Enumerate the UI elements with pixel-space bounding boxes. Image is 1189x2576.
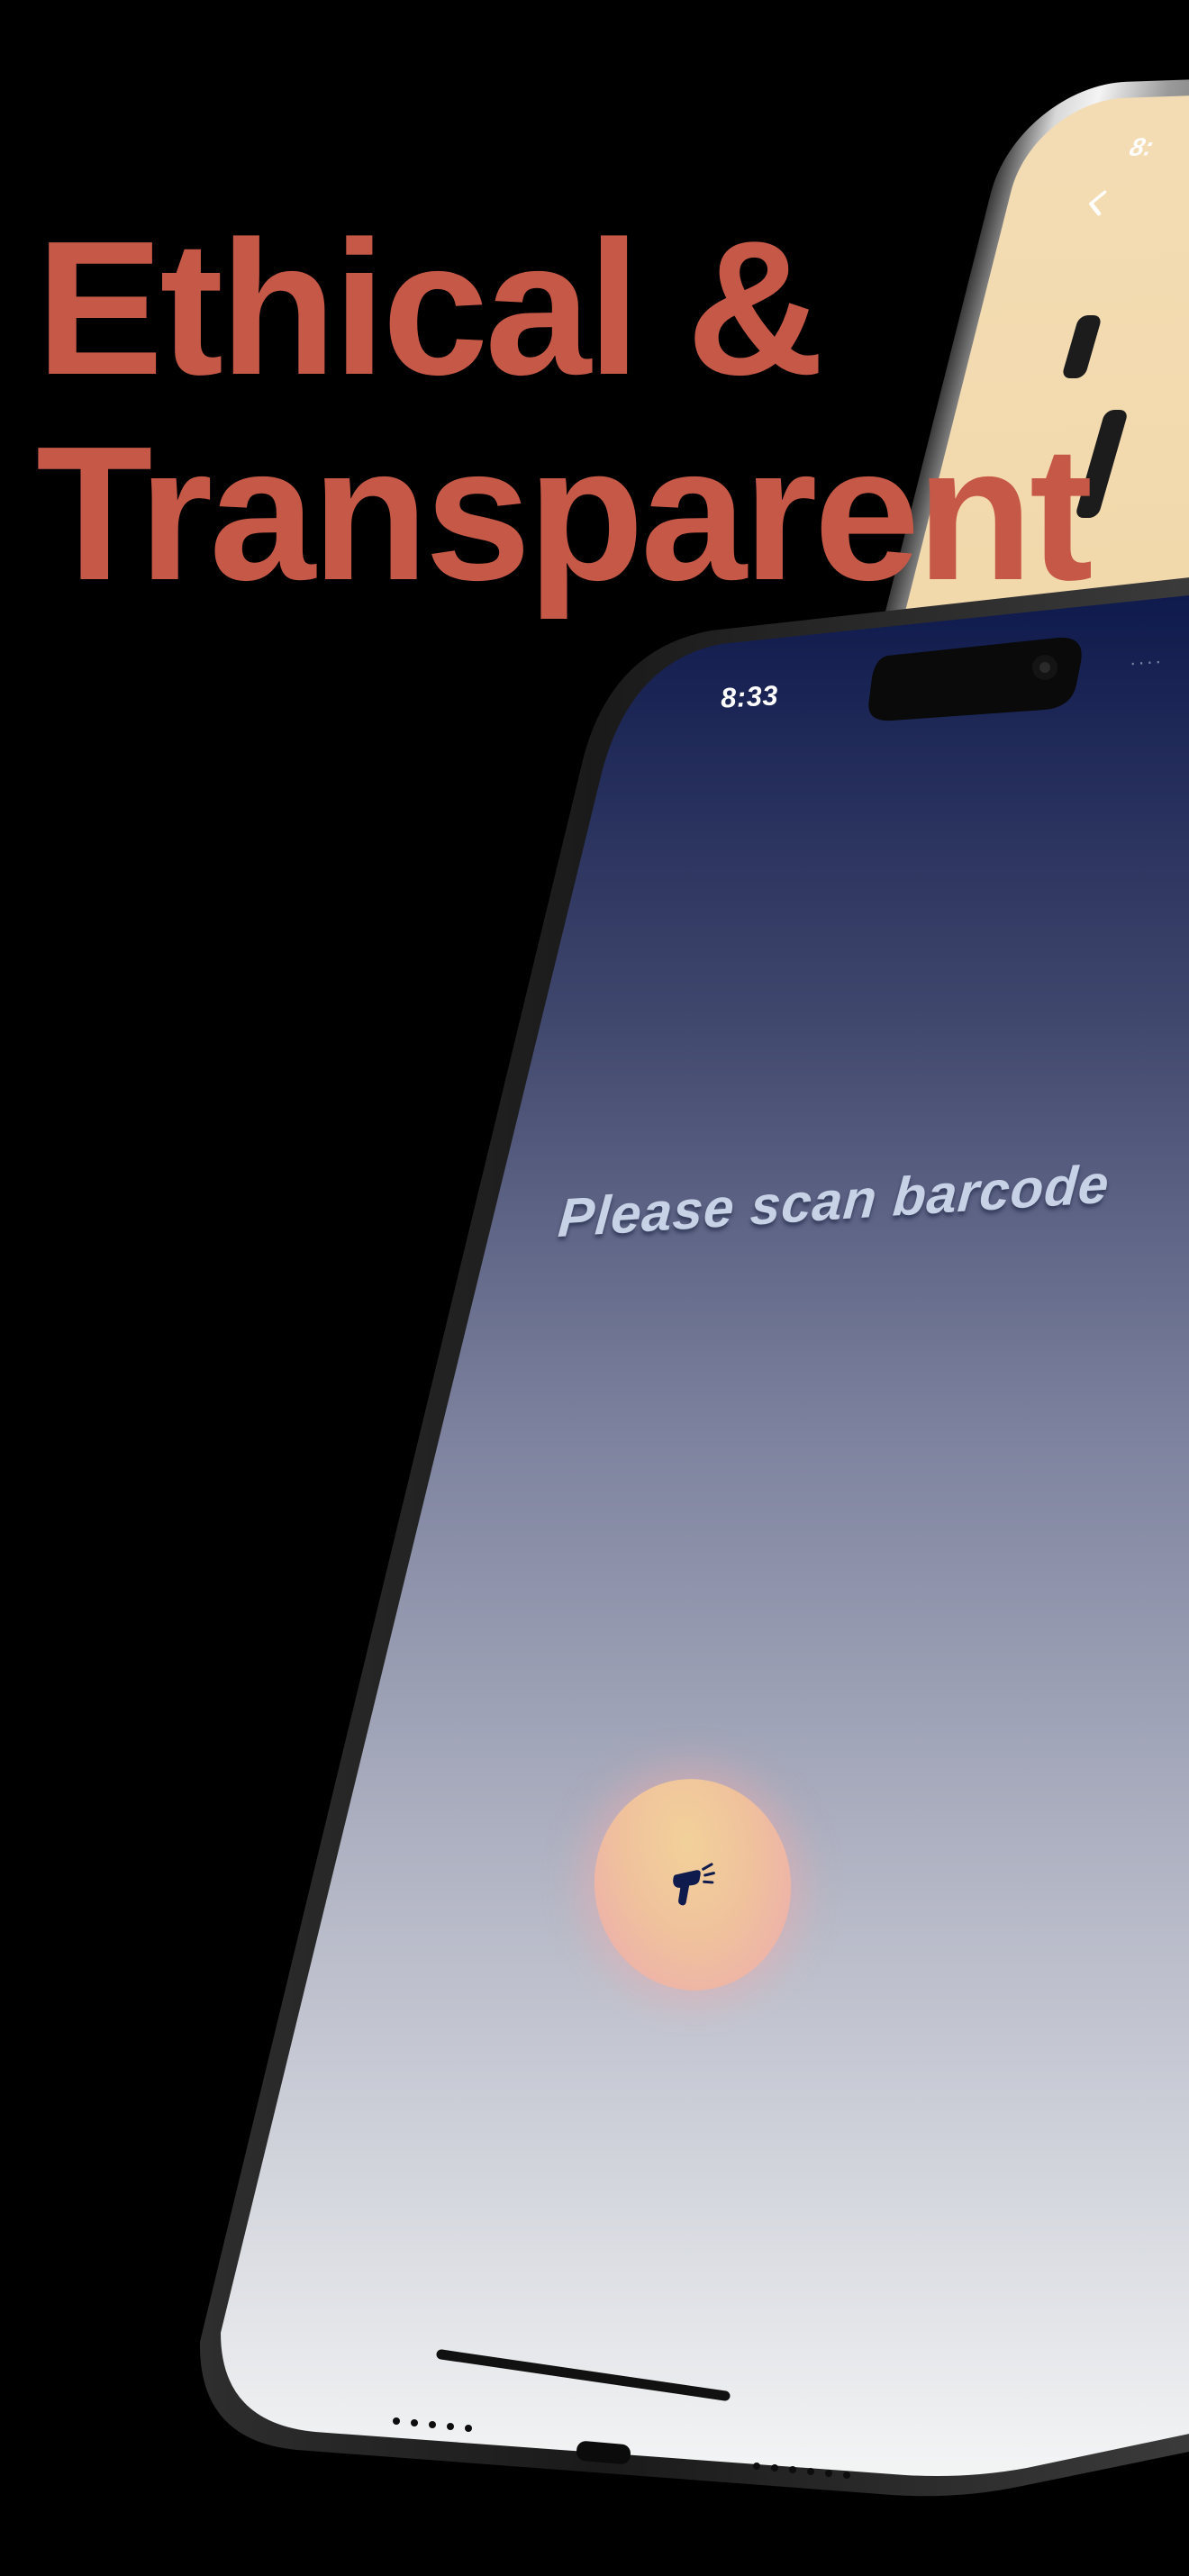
main-phone-frame [199, 577, 1189, 2497]
marketing-screenshot: 8: Ethical & Transparent 8:33 ···· Pleas… [0, 0, 1189, 2576]
phone-screen [221, 595, 1189, 2476]
main-phone-mockup: 8:33 ···· Please scan barcode [0, 0, 1189, 2576]
status-bar-indicators: ···· [1129, 649, 1165, 675]
status-bar-time: 8:33 [720, 679, 779, 714]
barcode-scanner-icon [673, 1862, 715, 1905]
